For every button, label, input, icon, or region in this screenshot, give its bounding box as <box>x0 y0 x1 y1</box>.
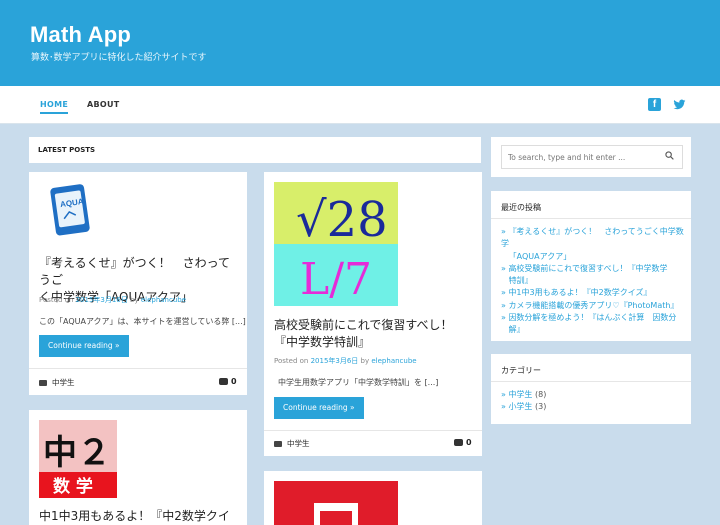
recent-post-link[interactable]: 「AQUAアクア」 <box>501 251 691 263</box>
card-divider <box>264 430 482 431</box>
site-description: 算数･数学アプリに特化した紹介サイトです <box>31 53 207 63</box>
post-excerpt: 中学生用数学アプリ「中学数学特訓」を [...] <box>278 378 439 387</box>
comment-count[interactable]: 0 <box>219 377 237 386</box>
categories-widget: カテゴリー » 中学生 (8) » 小学生 (3) <box>491 354 691 424</box>
category-link[interactable]: » 小学生 (3) <box>501 401 546 413</box>
post-category[interactable]: 中学生 <box>39 377 75 388</box>
tokkun-thumb-text2: L/7 <box>300 254 372 305</box>
post-category[interactable]: 中学生 <box>274 438 310 449</box>
post-date[interactable]: 2015年3月6日 <box>311 357 359 365</box>
widget-title: カテゴリー <box>501 366 541 375</box>
chu2-sugaku-icon[interactable]: 中２ 数 学 <box>39 420 117 498</box>
tokkun-thumb-text: √28 <box>296 192 388 248</box>
nav-item-home[interactable]: HOME <box>40 100 69 114</box>
site-header: Math App 算数･数学アプリに特化した紹介サイトです <box>0 0 720 86</box>
search-widget <box>491 137 691 177</box>
category-link[interactable]: » 中学生 (8) <box>501 389 546 401</box>
chu2-thumb-text: 中２ <box>43 433 111 473</box>
folder-icon <box>274 441 282 447</box>
search-input[interactable] <box>501 145 683 169</box>
folder-icon <box>39 380 47 386</box>
post-title[interactable]: 中1中3用もあるよ！『中2数学クイ <box>39 508 244 525</box>
recent-posts-widget: 最近の投稿 » 『考えるくせ』がつく！ さわってうごく中学数学 「AQUAアクア… <box>491 191 691 341</box>
post-author[interactable]: elephancube <box>371 357 416 365</box>
comment-count[interactable]: 0 <box>454 438 472 447</box>
post-card-aqua: AQUA 『考えるくせ』がつく！ さわってうご く中学数学「AQUAアクア」 P… <box>29 172 247 395</box>
main-nav: HOME ABOUT f <box>0 86 720 124</box>
recent-post-link[interactable]: » 中1中3用もあるよ！『中2数学クイズ』 <box>501 287 691 299</box>
comment-icon <box>454 439 463 446</box>
post-author[interactable]: elephancube <box>141 296 186 304</box>
section-title: LATEST POSTS <box>38 146 96 154</box>
comment-icon <box>219 378 228 385</box>
recent-posts-list: » 『考えるくせ』がつく！ さわってうごく中学数学 「AQUAアクア」 » 高校… <box>501 226 691 337</box>
post-card-red <box>264 471 482 525</box>
widget-title: 最近の投稿 <box>501 203 541 212</box>
recent-post-link[interactable]: 特訓』 <box>501 275 691 287</box>
post-date[interactable]: 2015年3月16日 <box>76 296 128 304</box>
facebook-icon[interactable]: f <box>648 98 661 111</box>
continue-reading-button[interactable]: Continue reading » <box>39 335 129 357</box>
post-title[interactable]: 高校受験前にこれで復習すべし！ 『中学数学特訓』 <box>274 317 474 351</box>
recent-post-link[interactable]: » 因数分解を極めよう！『はんぷく計算 因数分 <box>501 312 691 324</box>
card-divider <box>29 368 247 369</box>
search-icon[interactable] <box>665 151 674 160</box>
red-app-icon[interactable] <box>274 481 398 525</box>
recent-post-link[interactable]: 解』 <box>501 324 691 336</box>
twitter-icon[interactable] <box>673 98 686 111</box>
post-card-chu2: 中２ 数 学 中1中3用もあるよ！『中2数学クイ <box>29 410 247 525</box>
chu2-thumb-text2: 数 学 <box>53 476 93 497</box>
widget-divider <box>491 381 691 382</box>
tokkun-28-icon[interactable]: √28 L/7 <box>274 182 398 306</box>
post-meta: Posted on 2015年3月16日 by elephancube <box>39 296 187 304</box>
post-meta: Posted on 2015年3月6日 by elephancube <box>274 357 417 365</box>
continue-reading-button[interactable]: Continue reading » <box>274 397 364 419</box>
latest-posts-heading: LATEST POSTS <box>29 137 481 163</box>
recent-post-link[interactable]: » 『考えるくせ』がつく！ さわってうごく中学数学 <box>501 226 691 251</box>
post-excerpt: この「AQUAアクア」は、本サイトを運営している弊 [...] <box>39 317 246 326</box>
recent-post-link[interactable]: » カメラ機能搭載の優秀アプリ♡『PhotoMath』 <box>501 300 691 312</box>
recent-post-link[interactable]: » 高校受験前にこれで復習すべし！『中学数学 <box>501 263 691 275</box>
aqua-app-icon[interactable]: AQUA <box>47 184 91 238</box>
categories-list: » 中学生 (8) » 小学生 (3) <box>501 389 546 414</box>
nav-item-about[interactable]: ABOUT <box>87 100 120 109</box>
post-card-tokkun: √28 L/7 高校受験前にこれで復習すべし！ 『中学数学特訓』 Posted … <box>264 172 482 456</box>
widget-divider <box>491 218 691 219</box>
site-title[interactable]: Math App <box>30 22 131 48</box>
